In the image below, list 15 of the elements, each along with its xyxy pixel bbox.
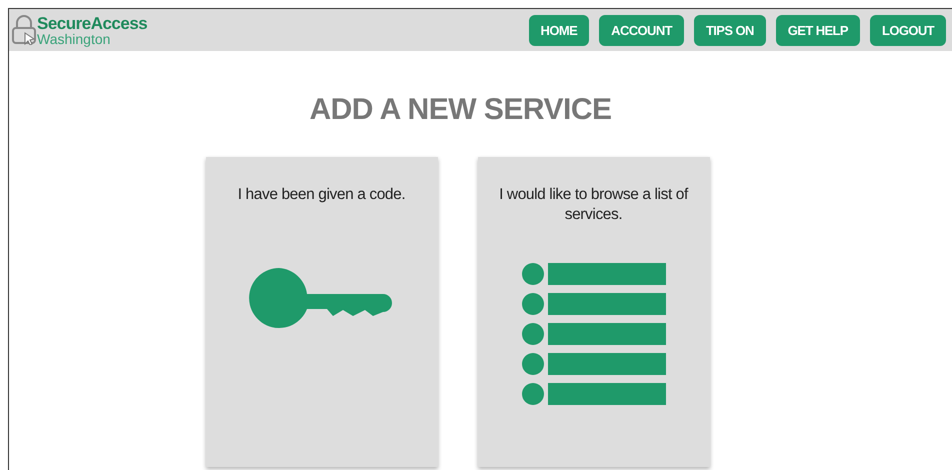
nav-button[interactable]: TIPS ON: [694, 14, 766, 46]
option-text: I have been given a code.: [238, 185, 406, 205]
nav-button[interactable]: ACCOUNT: [599, 14, 684, 46]
key-icon: [248, 267, 394, 330]
padlock-icon: [11, 15, 37, 45]
option-card[interactable]: I have been given a code.: [206, 157, 438, 467]
nav-button[interactable]: LOGOUT: [870, 14, 946, 46]
logo-name: SecureAccess: [37, 14, 148, 32]
nav-button[interactable]: HOME: [528, 14, 590, 46]
option-text: I would like to browse a list of services.: [498, 185, 690, 226]
page-title: ADD A NEW SERVICE: [308, 93, 613, 127]
nav-button[interactable]: GET HELP: [776, 14, 860, 46]
option-card[interactable]: I would like to browse a list of services.: [478, 157, 710, 467]
logo-region: Washington: [37, 32, 112, 46]
list-icon: [522, 263, 666, 408]
